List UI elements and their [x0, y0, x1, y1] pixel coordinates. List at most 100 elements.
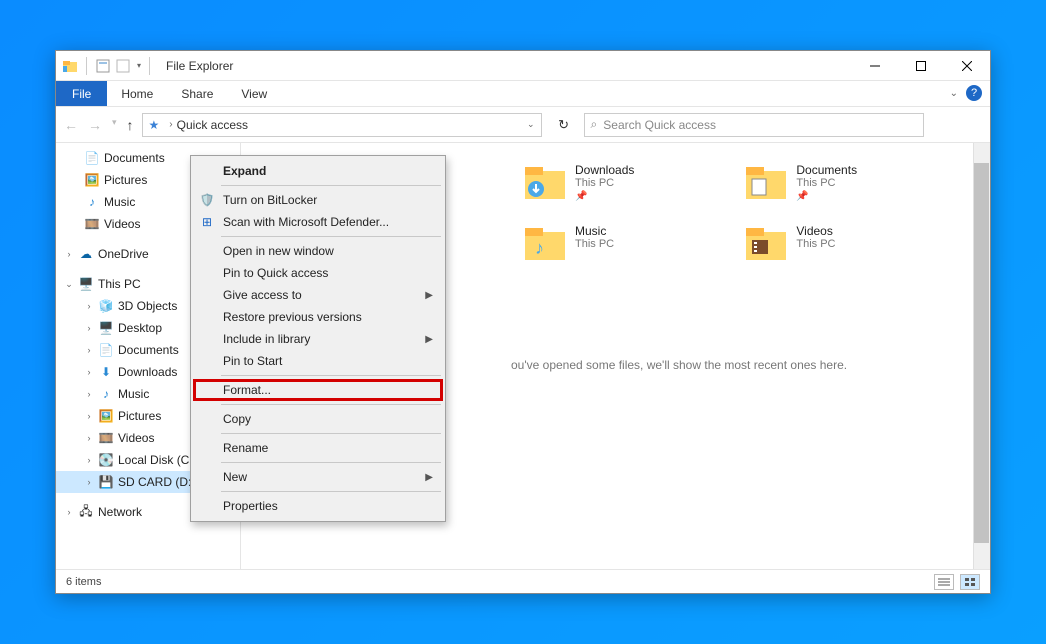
- window-controls: [852, 51, 990, 81]
- maximize-button[interactable]: [898, 51, 944, 81]
- downloads-folder-icon: [523, 163, 567, 201]
- help-icon[interactable]: ?: [966, 85, 982, 101]
- document-icon: 📄: [98, 342, 114, 358]
- folder-music[interactable]: ♪ MusicThis PC: [523, 224, 634, 262]
- expand-icon[interactable]: ›: [84, 433, 94, 443]
- breadcrumb-location: Quick access: [177, 118, 248, 132]
- submenu-arrow-icon: ▶: [425, 290, 433, 301]
- expand-icon[interactable]: ›: [84, 345, 94, 355]
- menu-give-access[interactable]: Give access to▶: [193, 284, 443, 306]
- network-icon: 🖧: [78, 504, 94, 520]
- menu-pin-quick-access[interactable]: Pin to Quick access: [193, 262, 443, 284]
- close-button[interactable]: [944, 51, 990, 81]
- scrollbar[interactable]: [973, 143, 990, 569]
- disk-icon: 💽: [98, 452, 114, 468]
- new-folder-qat-icon[interactable]: [115, 58, 131, 74]
- submenu-arrow-icon: ▶: [425, 472, 433, 483]
- properties-qat-icon[interactable]: [95, 58, 111, 74]
- address-dropdown-icon[interactable]: ⌄: [527, 119, 535, 130]
- tab-share[interactable]: Share: [167, 81, 227, 106]
- minimize-button[interactable]: [852, 51, 898, 81]
- menu-expand[interactable]: Expand: [193, 160, 443, 182]
- collapse-icon[interactable]: ⌄: [64, 279, 74, 290]
- menu-label: Include in library: [223, 332, 310, 346]
- expand-icon[interactable]: ›: [84, 389, 94, 399]
- file-explorer-icon: [62, 58, 78, 74]
- music-folder-icon: ♪: [523, 224, 567, 262]
- chevron-right-icon: ›: [169, 119, 172, 130]
- tab-home[interactable]: Home: [107, 81, 167, 106]
- expand-icon[interactable]: ›: [84, 301, 94, 311]
- folder-location: This PC: [575, 177, 634, 189]
- expand-icon[interactable]: ›: [84, 455, 94, 465]
- videos-icon: 🎞️: [84, 216, 100, 232]
- ribbon-expand-icon[interactable]: ⌄: [950, 88, 958, 99]
- menu-label: Turn on BitLocker: [223, 193, 317, 207]
- refresh-button[interactable]: ↻: [552, 113, 576, 137]
- scrollbar-thumb[interactable]: [974, 163, 989, 543]
- menu-bitlocker[interactable]: 🛡️Turn on BitLocker: [193, 189, 443, 211]
- separator: [86, 57, 87, 75]
- search-input[interactable]: ⌕ Search Quick access: [584, 113, 924, 137]
- sidebar-item-label: OneDrive: [98, 247, 149, 261]
- menu-pin-start[interactable]: Pin to Start: [193, 350, 443, 372]
- forward-button[interactable]: →: [88, 117, 102, 133]
- sidebar-item-label: Music: [118, 387, 149, 401]
- menu-include-library[interactable]: Include in library ▶: [193, 328, 443, 350]
- expand-icon[interactable]: ›: [84, 367, 94, 377]
- folder-name: Downloads: [575, 163, 634, 177]
- qat-dropdown-icon[interactable]: ▾: [137, 61, 141, 70]
- folder-grid: DownloadsThis PC📌 ♪ MusicThis PC Documen…: [523, 163, 970, 262]
- address-bar[interactable]: ★ › Quick access ⌄: [142, 113, 542, 137]
- pin-icon: 📌: [796, 191, 857, 202]
- sidebar-item-label: Documents: [118, 343, 179, 357]
- pictures-icon: 🖼️: [98, 408, 114, 424]
- navigation-bar: ← → ▾ ↑ ★ › Quick access ⌄ ↻ ⌕ Search Qu…: [56, 107, 990, 143]
- back-button[interactable]: ←: [64, 117, 78, 133]
- videos-icon: 🎞️: [98, 430, 114, 446]
- tab-file[interactable]: File: [56, 81, 107, 106]
- desktop-icon: 🖥️: [98, 320, 114, 336]
- music-icon: ♪: [84, 194, 100, 210]
- sidebar-item-label: Pictures: [118, 409, 161, 423]
- expand-icon[interactable]: ›: [84, 477, 94, 487]
- menu-open-new-window[interactable]: Open in new window: [193, 240, 443, 262]
- expand-icon[interactable]: ›: [64, 507, 74, 517]
- details-view-button[interactable]: [934, 574, 954, 590]
- menu-label: Scan with Microsoft Defender...: [223, 215, 389, 229]
- music-icon: ♪: [98, 386, 114, 402]
- folder-downloads[interactable]: DownloadsThis PC📌: [523, 163, 634, 202]
- folder-videos[interactable]: VideosThis PC: [744, 224, 857, 262]
- large-icons-view-button[interactable]: [960, 574, 980, 590]
- sdcard-icon: 💾: [98, 474, 114, 490]
- folder-location: This PC: [796, 177, 857, 189]
- folder-location: This PC: [796, 238, 835, 250]
- menu-properties[interactable]: Properties: [193, 495, 443, 517]
- menu-copy[interactable]: Copy: [193, 408, 443, 430]
- expand-icon[interactable]: ›: [84, 411, 94, 421]
- menu-restore-versions[interactable]: Restore previous versions: [193, 306, 443, 328]
- sidebar-item-label: Videos: [104, 217, 140, 231]
- pc-icon: 🖥️: [78, 276, 94, 292]
- folder-location: This PC: [575, 238, 614, 250]
- tab-view[interactable]: View: [227, 81, 281, 106]
- defender-icon: ⊞: [199, 214, 215, 230]
- expand-icon[interactable]: ›: [84, 323, 94, 333]
- menu-rename[interactable]: Rename: [193, 437, 443, 459]
- ribbon-tabs: File Home Share View ⌄ ?: [56, 81, 990, 107]
- menu-new[interactable]: New▶: [193, 466, 443, 488]
- onedrive-icon: ☁: [78, 246, 94, 262]
- sidebar-item-label: 3D Objects: [118, 299, 177, 313]
- sidebar-item-label: Pictures: [104, 173, 147, 187]
- recent-dropdown-icon[interactable]: ▾: [112, 117, 117, 133]
- menu-separator: [221, 462, 441, 463]
- menu-format[interactable]: Format...: [193, 379, 443, 401]
- submenu-arrow-icon: ▶: [425, 334, 433, 345]
- sidebar-item-label: Local Disk (C:: [118, 453, 193, 467]
- menu-defender[interactable]: ⊞ Scan with Microsoft Defender...: [193, 211, 443, 233]
- pictures-icon: 🖼️: [84, 172, 100, 188]
- folder-documents[interactable]: DocumentsThis PC📌: [744, 163, 857, 202]
- up-button[interactable]: ↑: [127, 117, 134, 133]
- expand-icon[interactable]: ›: [64, 249, 74, 259]
- folder-name: Music: [575, 224, 614, 238]
